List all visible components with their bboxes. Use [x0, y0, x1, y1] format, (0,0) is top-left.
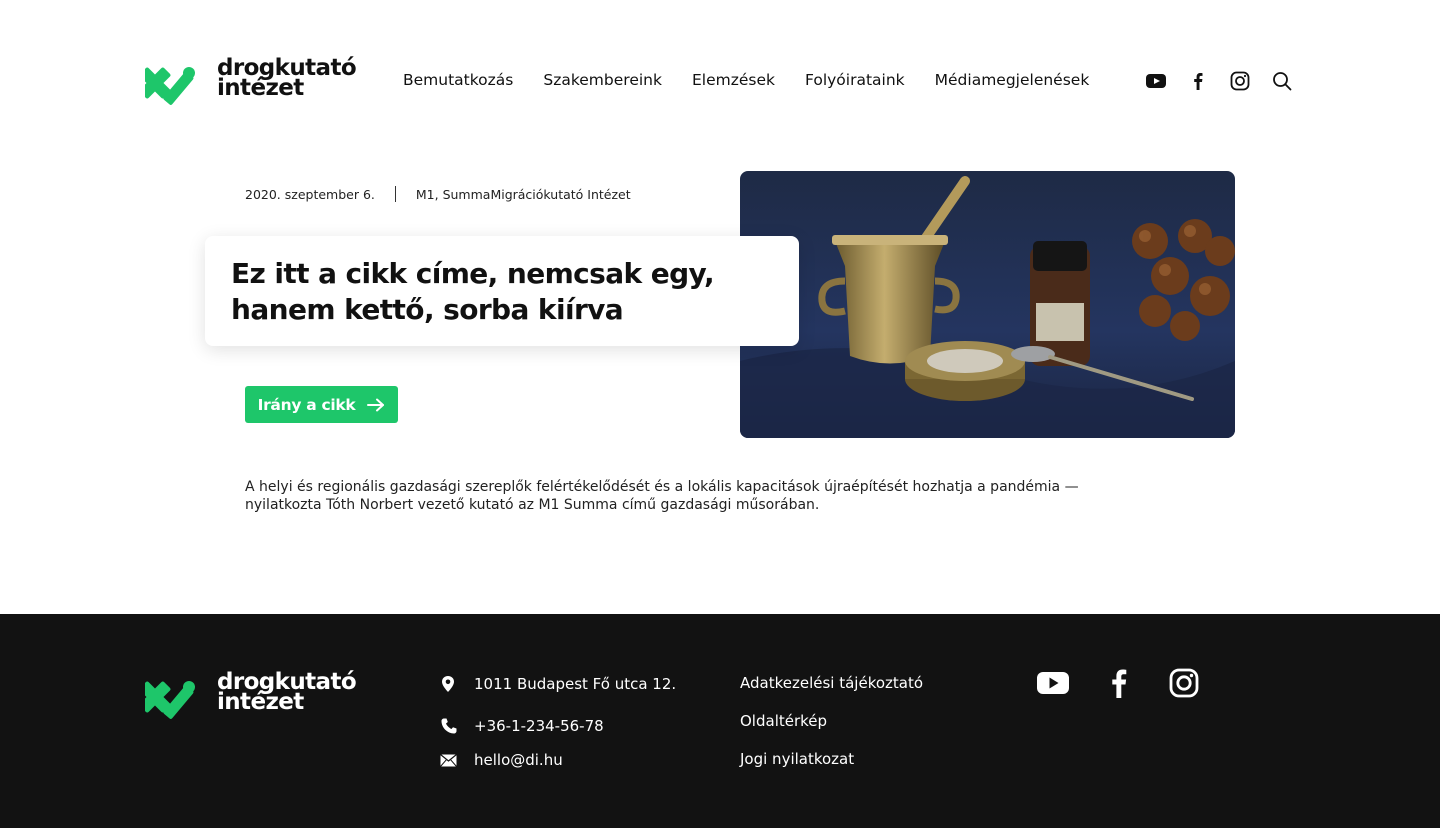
arrow-right-icon	[367, 398, 385, 411]
read-article-button[interactable]: Irány a cikk	[245, 386, 398, 423]
nav-item-szakembereink[interactable]: Szakembereink	[543, 71, 662, 89]
facebook-icon[interactable]	[1104, 666, 1134, 705]
logo-line-2: intézet	[217, 75, 304, 101]
contact-phone[interactable]: +36-1-234-56-78	[440, 716, 676, 736]
footer-contact: 1011 Budapest Fő utca 12. +36-1-234-56-7…	[440, 674, 676, 770]
youtube-icon[interactable]	[1036, 666, 1070, 705]
youtube-icon[interactable]	[1145, 70, 1167, 92]
email-text: hello@di.hu	[474, 751, 563, 769]
mail-icon	[440, 753, 474, 767]
logo-mark-icon	[145, 67, 195, 105]
footer-logo-text: drogkutató intézet	[217, 671, 357, 715]
article-source: M1, SummaMigrációkutató Intézet	[415, 186, 631, 202]
main-nav: Bemutatkozás Szakembereink Elemzések Fol…	[403, 71, 1119, 89]
site-footer: drogkutató intézet 1011 Budapest Fő utca…	[0, 614, 1440, 828]
nav-item-mediamegjelenesek[interactable]: Médiamegjelenések	[935, 71, 1090, 89]
nav-item-bemutatkozas[interactable]: Bemutatkozás	[403, 71, 513, 89]
instagram-icon[interactable]	[1229, 70, 1251, 92]
footer-links: Adatkezelési tájékoztató Oldaltérkép Jog…	[740, 674, 923, 770]
location-pin-icon	[440, 675, 474, 693]
article-title-card: Ez itt a cikk címe, nemcsak egy, hanem k…	[205, 236, 799, 346]
article-image[interactable]	[740, 171, 1235, 438]
nav-item-elemzesek[interactable]: Elemzések	[692, 71, 775, 89]
address-text: 1011 Budapest Fő utca 12.	[474, 675, 677, 693]
header-social	[1145, 70, 1313, 92]
meta-divider	[394, 186, 396, 202]
logo-text: drogkutató intézet	[217, 57, 357, 101]
phone-icon	[440, 717, 474, 735]
facebook-icon[interactable]	[1187, 70, 1209, 92]
footer-link-oldalterkep[interactable]: Oldaltérkép	[740, 712, 923, 732]
logo-line-2: intézet	[217, 689, 304, 715]
article-meta: 2020. szeptember 6. M1, SummaMigrációkut…	[245, 186, 631, 202]
contact-email[interactable]: hello@di.hu	[440, 750, 676, 770]
read-article-label: Irány a cikk	[257, 395, 356, 414]
nav-item-folyoirataink[interactable]: Folyóirataink	[805, 71, 905, 89]
site-logo[interactable]: drogkutató intézet	[145, 57, 365, 108]
site-header: drogkutató intézet Bemutatkozás Szakembe…	[0, 0, 1440, 160]
footer-logo[interactable]: drogkutató intézet	[145, 671, 365, 722]
footer-social	[1036, 666, 1234, 705]
footer-link-jogi-nyilatkozat[interactable]: Jogi nyilatkozat	[740, 750, 923, 770]
article-title[interactable]: Ez itt a cikk címe, nemcsak egy, hanem k…	[231, 256, 773, 328]
footer-link-adatkezeles[interactable]: Adatkezelési tájékoztató	[740, 674, 923, 694]
phone-text: +36-1-234-56-78	[474, 717, 604, 735]
contact-address: 1011 Budapest Fő utca 12.	[440, 674, 676, 694]
logo-mark-icon	[145, 681, 195, 719]
instagram-icon[interactable]	[1168, 667, 1200, 704]
article-date: 2020. szeptember 6.	[245, 186, 375, 202]
search-icon[interactable]	[1271, 70, 1293, 92]
article-lead: A helyi és regionális gazdasági szereplő…	[245, 479, 1079, 513]
